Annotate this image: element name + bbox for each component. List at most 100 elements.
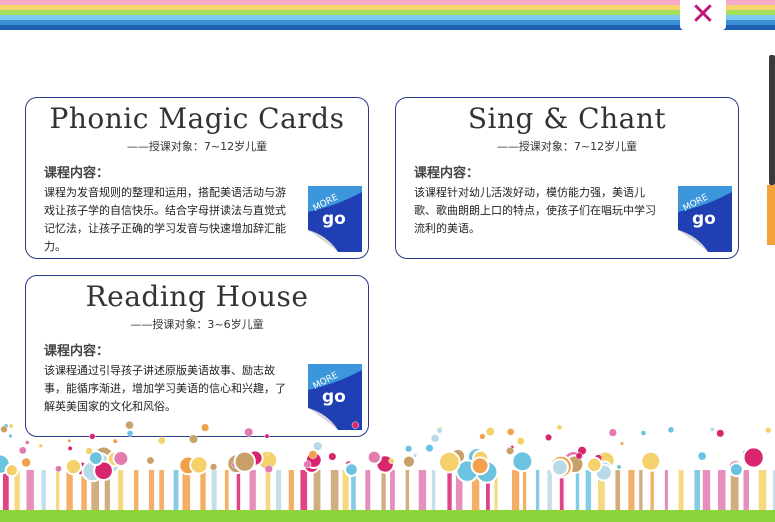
card-heading: 课程内容： xyxy=(44,344,110,359)
decor-bubble xyxy=(401,454,417,469)
decor-bubble xyxy=(85,447,93,455)
decor-stripe xyxy=(535,470,540,512)
decor-bubble xyxy=(436,427,443,434)
card-body: 该课程通过引导孩子讲述原版美语故事、励志故事，能循序渐进，增加学习美语的信心和兴… xyxy=(44,364,286,413)
decor-stripe xyxy=(173,470,179,512)
decor-bubble xyxy=(244,427,254,437)
decor-bubble xyxy=(485,427,495,437)
decor-bubble xyxy=(112,438,118,444)
decor-stripe xyxy=(650,470,654,512)
decor-bubble xyxy=(765,427,772,434)
decor-bubble xyxy=(4,463,19,478)
card-title: Reading House xyxy=(85,280,309,313)
decor-bubble xyxy=(308,450,318,459)
decor-stripe xyxy=(300,470,308,512)
decor-bubble xyxy=(125,420,134,430)
decor-bubble xyxy=(511,450,534,473)
more-go-icon[interactable]: MORE go xyxy=(676,184,734,254)
decor-bubble xyxy=(556,424,563,431)
decor-stripe xyxy=(2,470,9,512)
card-title: Phonic Magic Cards xyxy=(49,102,345,135)
decor-bubble xyxy=(575,452,583,460)
decor-bubble xyxy=(640,450,662,472)
decor-bubble xyxy=(24,440,30,445)
decor-bubble xyxy=(18,446,27,455)
decor-stripe xyxy=(615,470,621,512)
decor-stripe xyxy=(182,470,191,512)
more-go-icon[interactable]: MORE go xyxy=(306,184,364,254)
decor-bubble xyxy=(479,433,486,440)
card-heading: 课程内容： xyxy=(414,166,480,181)
decor-bubble xyxy=(550,458,569,477)
decor-stripe xyxy=(405,470,410,512)
decor-stripe xyxy=(55,470,60,512)
decor-bubble xyxy=(313,441,323,451)
decor-bubble xyxy=(0,425,8,433)
decor-stripe xyxy=(628,470,635,512)
decorative-bubbles-border xyxy=(0,420,775,512)
decor-bubble xyxy=(742,446,765,469)
decor-bubble xyxy=(64,457,83,476)
decor-bubble xyxy=(438,450,461,474)
decor-bubble xyxy=(264,464,273,474)
bottom-green-border xyxy=(0,510,775,522)
card-title: Sing & Chant xyxy=(467,102,667,135)
decor-bubble xyxy=(67,445,73,451)
decor-bubble xyxy=(728,462,744,478)
go-label: go xyxy=(692,209,716,229)
decor-bubble xyxy=(344,462,359,477)
decor-bubble xyxy=(189,455,209,475)
decor-stripe xyxy=(522,470,527,512)
decor-bubble xyxy=(209,463,218,471)
decor-bubble xyxy=(608,428,617,437)
decor-stripe xyxy=(575,470,580,512)
close-button[interactable]: ✕ xyxy=(680,0,726,30)
decor-bubble xyxy=(265,451,270,456)
rainbow-banner xyxy=(0,0,775,30)
decor-bubble xyxy=(716,429,725,438)
decor-stripe xyxy=(211,470,217,512)
decor-bubble xyxy=(586,456,603,474)
decor-bubble xyxy=(425,444,434,453)
decor-stripe xyxy=(694,470,701,512)
decor-stripe xyxy=(148,470,155,512)
decor-stripe xyxy=(639,470,643,512)
decor-bubble xyxy=(146,456,155,465)
decor-bubble xyxy=(233,450,256,473)
decor-stripe xyxy=(758,470,767,512)
close-icon: ✕ xyxy=(690,0,716,32)
decor-stripe xyxy=(717,470,726,512)
decor-stripe xyxy=(288,470,294,512)
decor-bubble xyxy=(506,428,515,436)
decor-bubble xyxy=(709,426,715,432)
decor-bubble xyxy=(667,426,675,434)
course-card-phonic: Phonic Magic Cards ——授课对象：7~12岁儿童 课程内容： … xyxy=(25,97,369,259)
card-subtitle: ——授课对象：3~6岁儿童 xyxy=(130,318,264,331)
course-card-sing-chant: Sing & Chant ——授课对象：7~12岁儿童 课程内容： 该课程针对幼… xyxy=(395,97,739,259)
card-subtitle: ——授课对象：7~12岁儿童 xyxy=(496,140,638,153)
decor-stripe xyxy=(66,470,73,512)
card-subtitle: ——授课对象：7~12岁儿童 xyxy=(126,140,268,153)
decor-stripe xyxy=(342,470,349,512)
decor-stripe xyxy=(134,470,139,512)
decor-stripe xyxy=(200,470,206,512)
decor-stripe xyxy=(678,470,684,512)
decor-bubble xyxy=(388,457,395,464)
decor-stripe xyxy=(41,470,46,512)
decor-stripe xyxy=(249,470,256,512)
decor-stripe xyxy=(381,470,386,512)
decor-stripe xyxy=(702,470,711,512)
card-body: 该课程针对幼儿活泼好动，模仿能力强，美语儿歌、歌曲朗朗上口的特点，使孩子们在唱玩… xyxy=(414,186,656,235)
decor-bubble xyxy=(38,443,43,449)
decor-bubble xyxy=(620,441,625,446)
decor-bubble xyxy=(55,465,62,473)
decor-stripe xyxy=(511,470,520,512)
decor-bubble xyxy=(126,430,134,437)
decor-stripe xyxy=(330,470,339,512)
decor-bubble xyxy=(405,445,413,453)
decor-stripe xyxy=(313,470,321,512)
decor-stripe xyxy=(418,470,427,512)
decor-bubble xyxy=(470,456,490,476)
decor-stripe xyxy=(664,470,668,512)
decor-bubble xyxy=(188,434,199,444)
